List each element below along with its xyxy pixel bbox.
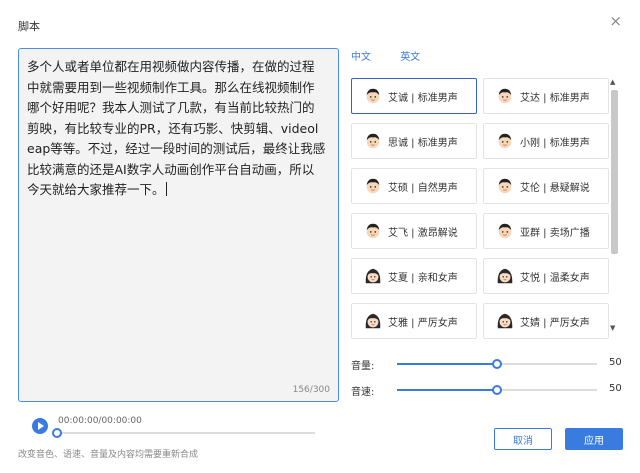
male-avatar-icon: [364, 132, 382, 150]
script-editor[interactable]: 多个人或者单位都在用视频做内容传播，在做的过程中就需要用到一些视频制作工具。那么…: [18, 48, 339, 402]
voice-label: 小刚 | 标准男声: [520, 137, 590, 149]
volume-value: 50: [609, 357, 622, 368]
speed-slider[interactable]: [397, 385, 597, 395]
female-avatar-icon: [364, 267, 382, 285]
voice-option[interactable]: 艾达 | 标准男声: [483, 78, 609, 114]
voice-label: 艾达 | 标准男声: [520, 92, 590, 104]
voice-label: 艾悦 | 温柔女声: [520, 272, 590, 284]
scroll-up-icon[interactable]: ▲: [610, 78, 615, 86]
volume-slider[interactable]: [397, 359, 597, 369]
text-caret: [165, 182, 167, 196]
script-text: 多个人或者单位都在用视频做内容传播，在做的过程中就需要用到一些视频制作工具。那么…: [27, 59, 326, 197]
voice-option[interactable]: 艾雅 | 严厉女声: [351, 303, 477, 339]
speed-row: 音速: 50: [351, 383, 623, 398]
speed-value: 50: [609, 383, 622, 394]
resynthesize-note: 改变音色、语速、音量及内容均需要重新合成: [18, 450, 199, 460]
tab-chinese[interactable]: 中文: [351, 48, 371, 63]
voice-option[interactable]: 思诚 | 标准男声: [351, 123, 477, 159]
voice-option[interactable]: 艾婧 | 严厉女声: [483, 303, 609, 339]
voice-option[interactable]: 艾飞 | 激昂解说: [351, 213, 477, 249]
voice-option[interactable]: 艾诚 | 标准男声: [351, 78, 477, 114]
volume-knob[interactable]: [492, 359, 502, 369]
scroll-thumb[interactable]: [611, 90, 618, 254]
voice-option[interactable]: 艾伦 | 悬疑解说: [483, 168, 609, 204]
voice-option[interactable]: 亚群 | 卖场广播: [483, 213, 609, 249]
voice-label: 亚群 | 卖场广播: [520, 227, 590, 239]
voice-label: 艾飞 | 激昂解说: [388, 227, 458, 239]
female-avatar-icon: [496, 267, 514, 285]
voice-option[interactable]: 艾悦 | 温柔女声: [483, 258, 609, 294]
apply-button[interactable]: 应用: [565, 428, 623, 450]
tab-english[interactable]: 英文: [400, 48, 420, 63]
male-avatar-icon: [496, 177, 514, 195]
voice-label: 艾婧 | 严厉女声: [520, 317, 590, 329]
speed-knob[interactable]: [492, 385, 502, 395]
volume-label: 音量:: [351, 361, 375, 372]
playback-time: 00:00:00/00:00:00: [58, 416, 142, 426]
speed-fill: [397, 389, 497, 391]
voice-label: 艾夏 | 亲和女声: [388, 272, 458, 284]
female-avatar-icon: [496, 312, 514, 330]
male-avatar-icon: [364, 222, 382, 240]
progress-knob[interactable]: [52, 428, 62, 438]
voice-label: 艾雅 | 严厉女声: [388, 317, 458, 329]
volume-fill: [397, 363, 497, 365]
male-avatar-icon: [496, 132, 514, 150]
cancel-button[interactable]: 取消: [494, 428, 552, 450]
voice-label: 艾伦 | 悬疑解说: [520, 182, 590, 194]
male-avatar-icon: [496, 87, 514, 105]
dialog-title: 脚本: [18, 20, 40, 33]
male-avatar-icon: [364, 87, 382, 105]
scroll-down-icon[interactable]: ▼: [610, 324, 615, 332]
voice-option[interactable]: 小刚 | 标准男声: [483, 123, 609, 159]
voice-option[interactable]: 艾硕 | 自然男声: [351, 168, 477, 204]
male-avatar-icon: [364, 177, 382, 195]
language-tabs: 中文 英文: [351, 48, 446, 63]
speed-label: 音速:: [351, 387, 375, 398]
volume-row: 音量: 50: [351, 357, 623, 372]
play-button[interactable]: [32, 418, 48, 434]
female-avatar-icon: [364, 312, 382, 330]
voice-label: 艾诚 | 标准男声: [388, 92, 458, 104]
char-counter: 156/300: [292, 385, 330, 395]
playback-progress[interactable]: [52, 428, 315, 438]
voice-option[interactable]: 艾夏 | 亲和女声: [351, 258, 477, 294]
close-icon[interactable]: ×: [609, 14, 622, 29]
voice-label: 艾硕 | 自然男声: [388, 182, 458, 194]
voice-label: 思诚 | 标准男声: [388, 137, 458, 149]
male-avatar-icon: [496, 222, 514, 240]
voice-scrollbar[interactable]: ▲ ▼: [608, 78, 620, 332]
